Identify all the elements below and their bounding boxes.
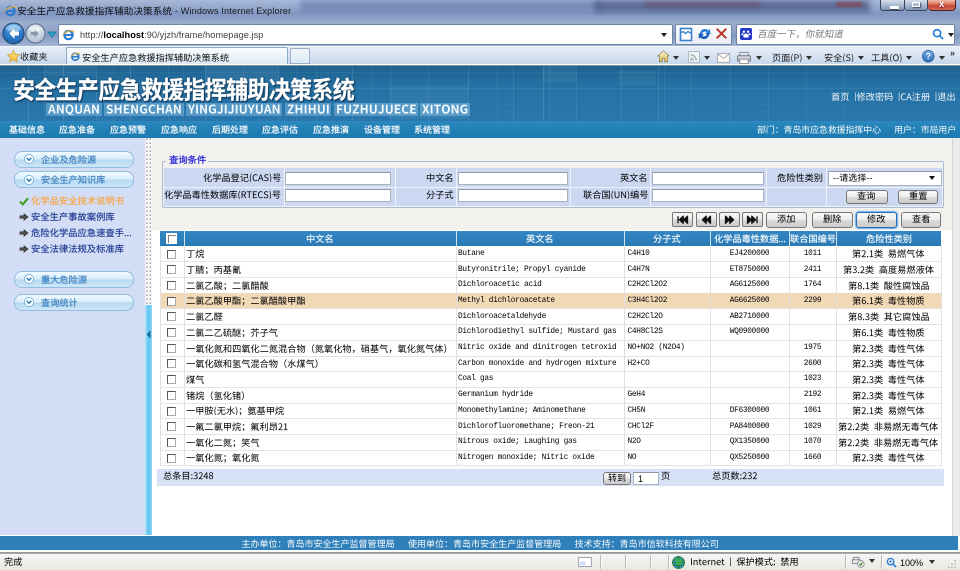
svg-text:?: ? [926,51,931,61]
